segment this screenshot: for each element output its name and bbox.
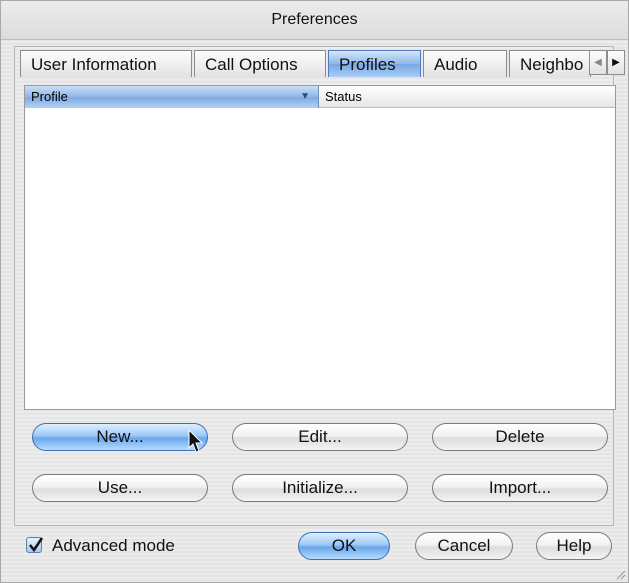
column-header-status[interactable]: Status [319,86,615,108]
column-header-profile[interactable]: Profile ▼ [25,86,319,108]
tab-profiles[interactable]: Profiles [328,50,421,77]
sort-descending-icon: ▼ [300,91,310,102]
tab-audio[interactable]: Audio [423,50,507,77]
tab-scroll-left-icon[interactable]: ◀ [589,50,607,75]
advanced-mode-label: Advanced mode [52,536,175,555]
edit-profile-button[interactable]: Edit... [232,423,408,451]
use-profile-button[interactable]: Use... [32,474,208,502]
tab-scroll-right-icon[interactable]: ▶ [607,50,625,75]
mouse-pointer-icon [188,429,204,453]
window-title: Preferences [1,1,628,40]
list-header: Profile ▼ Status [25,86,615,108]
import-profile-button[interactable]: Import... [432,474,608,502]
tab-call-options[interactable]: Call Options [194,50,326,77]
delete-profile-button[interactable]: Delete [432,423,608,451]
cancel-button[interactable]: Cancel [415,532,513,560]
resize-grip-icon[interactable] [614,568,626,580]
checkmark-icon [29,537,44,553]
new-profile-button[interactable]: New... [32,423,208,451]
initialize-profile-button[interactable]: Initialize... [232,474,408,502]
help-button[interactable]: Help [536,532,612,560]
advanced-mode-checkbox[interactable] [26,537,44,553]
tab-neighbo[interactable]: Neighbo [509,50,591,77]
column-header-profile-label: Profile [31,89,68,104]
profile-list[interactable]: Profile ▼ Status [24,85,616,410]
ok-button[interactable]: OK [298,532,390,560]
tab-user-information[interactable]: User Information [20,50,192,77]
